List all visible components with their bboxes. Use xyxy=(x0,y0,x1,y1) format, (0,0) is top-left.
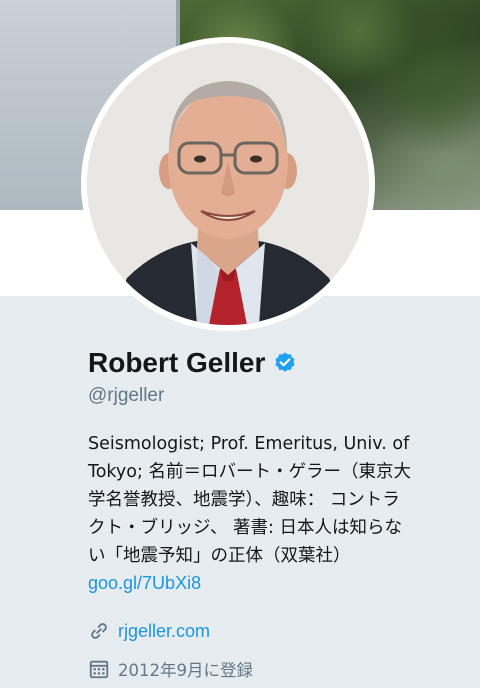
bio-link[interactable]: goo.gl/7UbXi8 xyxy=(88,573,201,594)
profile-avatar[interactable] xyxy=(81,37,375,331)
link-icon xyxy=(91,623,107,639)
bio-line: クト・ブリッジ、 著書: 日本人は知らな xyxy=(88,518,402,538)
profile-name-row: Robert Geller xyxy=(88,344,297,382)
profile-joined-row: 2012年9月に登録 xyxy=(88,657,253,681)
profile-website-row: rjgeller.com xyxy=(88,620,210,642)
profile-handle[interactable]: @rjgeller xyxy=(88,385,164,407)
profile-name[interactable]: Robert Geller xyxy=(88,347,265,379)
joined-date: 2012年9月に登録 xyxy=(118,661,253,680)
calendar-icon xyxy=(89,660,109,679)
avatar-photo xyxy=(87,43,369,325)
website-link[interactable]: rjgeller.com xyxy=(118,621,210,642)
bio-line: Tokyo; 名前＝ロバート・ゲラー（東京大 xyxy=(88,462,411,482)
profile-bio: Seismologist; Prof. Emeritus, Univ. of T… xyxy=(88,430,450,570)
bio-line: い「地震予知」の正体（双葉社） xyxy=(88,546,351,566)
verified-badge-icon xyxy=(275,352,295,372)
bio-line: 学名誉教授、地震学）、趣味： コントラ xyxy=(88,490,400,510)
bio-line: Seismologist; Prof. Emeritus, Univ. of xyxy=(88,434,410,454)
